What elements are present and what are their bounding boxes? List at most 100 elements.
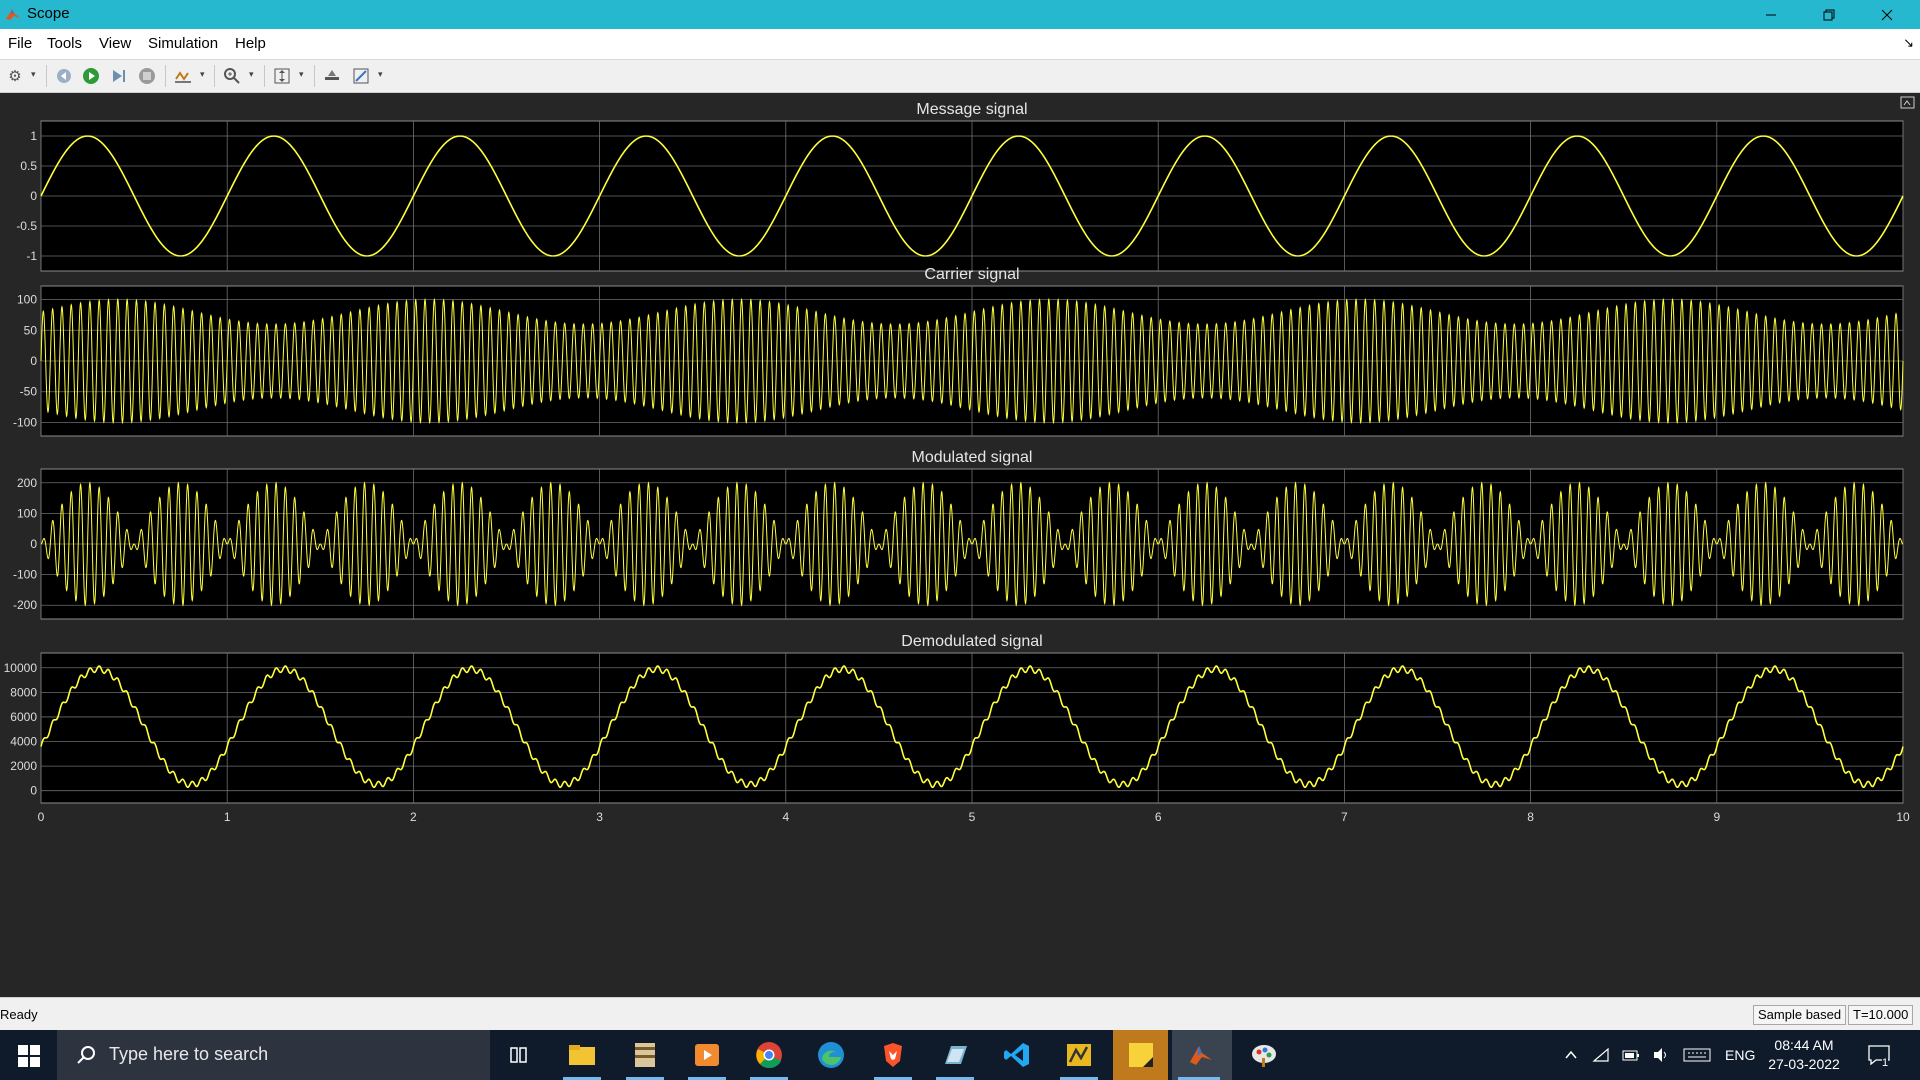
edge-icon[interactable]	[814, 1038, 848, 1072]
status-bar: Ready Sample based T=10.000	[0, 997, 1920, 1031]
y-tick-label: 50	[24, 323, 38, 337]
y-tick-label: 100	[17, 293, 37, 307]
y-tick-label: -50	[20, 385, 38, 399]
menu-bar: File Tools View Simulation Help ↘	[0, 29, 1920, 60]
file-explorer-icon[interactable]	[565, 1038, 599, 1072]
show-hidden-icons[interactable]	[1564, 1030, 1578, 1080]
toolbar-separator	[165, 65, 166, 87]
y-tick-label: 2000	[10, 759, 37, 773]
media-player-icon[interactable]	[690, 1038, 724, 1072]
toolbar: ⚙ ▾ ▾ ▾ ▾ ▾	[0, 60, 1920, 93]
language-indicator[interactable]: ENG	[1725, 1030, 1755, 1080]
x-tick-label: 10	[1896, 810, 1910, 824]
battery-icon[interactable]	[1622, 1030, 1640, 1080]
step-forward-icon[interactable]	[109, 66, 129, 86]
menu-file[interactable]: File	[8, 35, 32, 52]
chrome-icon[interactable]	[752, 1038, 786, 1072]
gear-icon[interactable]: ⚙	[5, 66, 25, 86]
matlab-task[interactable]	[1172, 1030, 1232, 1080]
highlight-icon[interactable]	[322, 66, 342, 86]
clock-time: 08:44 AM	[1774, 1037, 1834, 1053]
run-icon[interactable]	[81, 66, 101, 86]
matlab-icon	[6, 9, 20, 20]
scope-display[interactable]: Message signal 1 0.5 0 -0.5 -1 Carrier signal 1…	[0, 93, 1920, 997]
y-tick-label: -1	[26, 249, 37, 263]
y-tick-label: 10000	[4, 661, 38, 675]
keyboard-icon[interactable]	[1683, 1030, 1711, 1080]
y-tick-label: 100	[17, 506, 37, 520]
taskbar-clock[interactable]: 08:44 AM 27-03-2022	[1762, 1036, 1846, 1074]
sim-time-indicator: T=10.000	[1848, 1005, 1914, 1025]
scope-axes[interactable]: Carrier signal 100 50 0 -50 -100	[13, 266, 1904, 437]
menu-view[interactable]: View	[99, 35, 131, 52]
archive-app-icon[interactable]	[628, 1038, 662, 1072]
y-tick-label: 0	[30, 537, 37, 551]
axes-scale-icon[interactable]	[272, 66, 292, 86]
menu-tools[interactable]: Tools	[47, 35, 82, 52]
y-tick-label: -0.5	[16, 219, 37, 233]
sticky-notes-icon	[1129, 1043, 1153, 1067]
chevron-down-icon[interactable]: ▾	[31, 69, 36, 80]
restore-button[interactable]	[1800, 0, 1858, 29]
sticky-notes-task[interactable]	[1113, 1030, 1168, 1080]
y-tick-label: 4000	[10, 735, 37, 749]
chevron-down-icon[interactable]: ▾	[299, 69, 304, 80]
task-view-icon[interactable]	[502, 1038, 536, 1072]
signal-select-icon[interactable]	[173, 66, 193, 86]
status-text: Ready	[0, 1007, 38, 1022]
y-tick-label: -200	[13, 598, 37, 612]
windows-start-icon[interactable]	[18, 1045, 40, 1067]
x-tick-label: 0	[38, 810, 45, 824]
scope-axes[interactable]: Demodulated signal 10000 8000 6000 4000 2000 0…	[4, 633, 1910, 824]
menu-help[interactable]: Help	[235, 35, 266, 52]
y-tick-label: -100	[13, 415, 37, 429]
y-tick-label: 6000	[10, 710, 37, 724]
style-icon[interactable]	[351, 66, 371, 86]
x-tick-label: 8	[1527, 810, 1534, 824]
chevron-down-icon[interactable]: ▾	[200, 69, 205, 80]
stop-icon[interactable]	[137, 66, 157, 86]
notes-app-icon[interactable]	[938, 1038, 972, 1072]
scope-axes[interactable]: Message signal 1 0.5 0 -0.5 -1	[16, 101, 1903, 272]
minimize-button[interactable]	[1742, 0, 1800, 29]
search-placeholder: Type here to search	[109, 1044, 269, 1064]
scope-axes[interactable]: Modulated signal 200 100 0 -100 -200	[13, 449, 1904, 620]
chevron-down-icon[interactable]: ▾	[378, 69, 383, 80]
x-tick-label: 5	[969, 810, 976, 824]
search-icon	[77, 1046, 95, 1064]
chevron-down-icon[interactable]: ▾	[249, 69, 254, 80]
toolbar-separator	[46, 65, 47, 87]
close-button[interactable]	[1858, 0, 1916, 29]
minimize-icon	[1766, 14, 1776, 15]
menu-simulation[interactable]: Simulation	[148, 35, 218, 52]
window-titlebar[interactable]: Scope	[0, 0, 1920, 29]
brave-icon[interactable]	[876, 1038, 910, 1072]
taskbar-search[interactable]: Type here to search	[57, 1030, 490, 1080]
notification-center[interactable]: 1	[1868, 1030, 1890, 1080]
scope-plots[interactable]: Message signal 1 0.5 0 -0.5 -1 Carrier signal 1…	[0, 93, 1920, 997]
run-back-icon[interactable]	[54, 66, 74, 86]
y-tick-label: 0	[30, 189, 37, 203]
undock-axes-icon[interactable]	[1900, 96, 1915, 109]
x-tick-label: 6	[1155, 810, 1162, 824]
y-tick-label: 8000	[10, 685, 37, 699]
volume-icon[interactable]	[1652, 1030, 1670, 1080]
plot-title: Modulated signal	[912, 449, 1033, 466]
toolbar-separator	[314, 65, 315, 87]
x-tick-label: 3	[596, 810, 603, 824]
x-tick-label: 2	[410, 810, 417, 824]
vscode-icon[interactable]	[1000, 1038, 1034, 1072]
network-icon[interactable]	[1592, 1030, 1610, 1080]
tool-app-icon[interactable]	[1062, 1038, 1096, 1072]
toolbar-separator	[264, 65, 265, 87]
paint-app-icon[interactable]	[1247, 1038, 1281, 1072]
window-title: Scope	[27, 5, 70, 22]
y-tick-label: 1	[30, 129, 37, 143]
chevron-up-icon	[1565, 1050, 1577, 1059]
matlab-icon	[1190, 1046, 1212, 1065]
clock-date: 27-03-2022	[1768, 1056, 1840, 1072]
sample-mode-indicator: Sample based	[1753, 1005, 1847, 1025]
toolbar-separator	[214, 65, 215, 87]
undock-icon[interactable]: ↘	[1903, 35, 1914, 51]
zoom-icon[interactable]	[222, 66, 242, 86]
